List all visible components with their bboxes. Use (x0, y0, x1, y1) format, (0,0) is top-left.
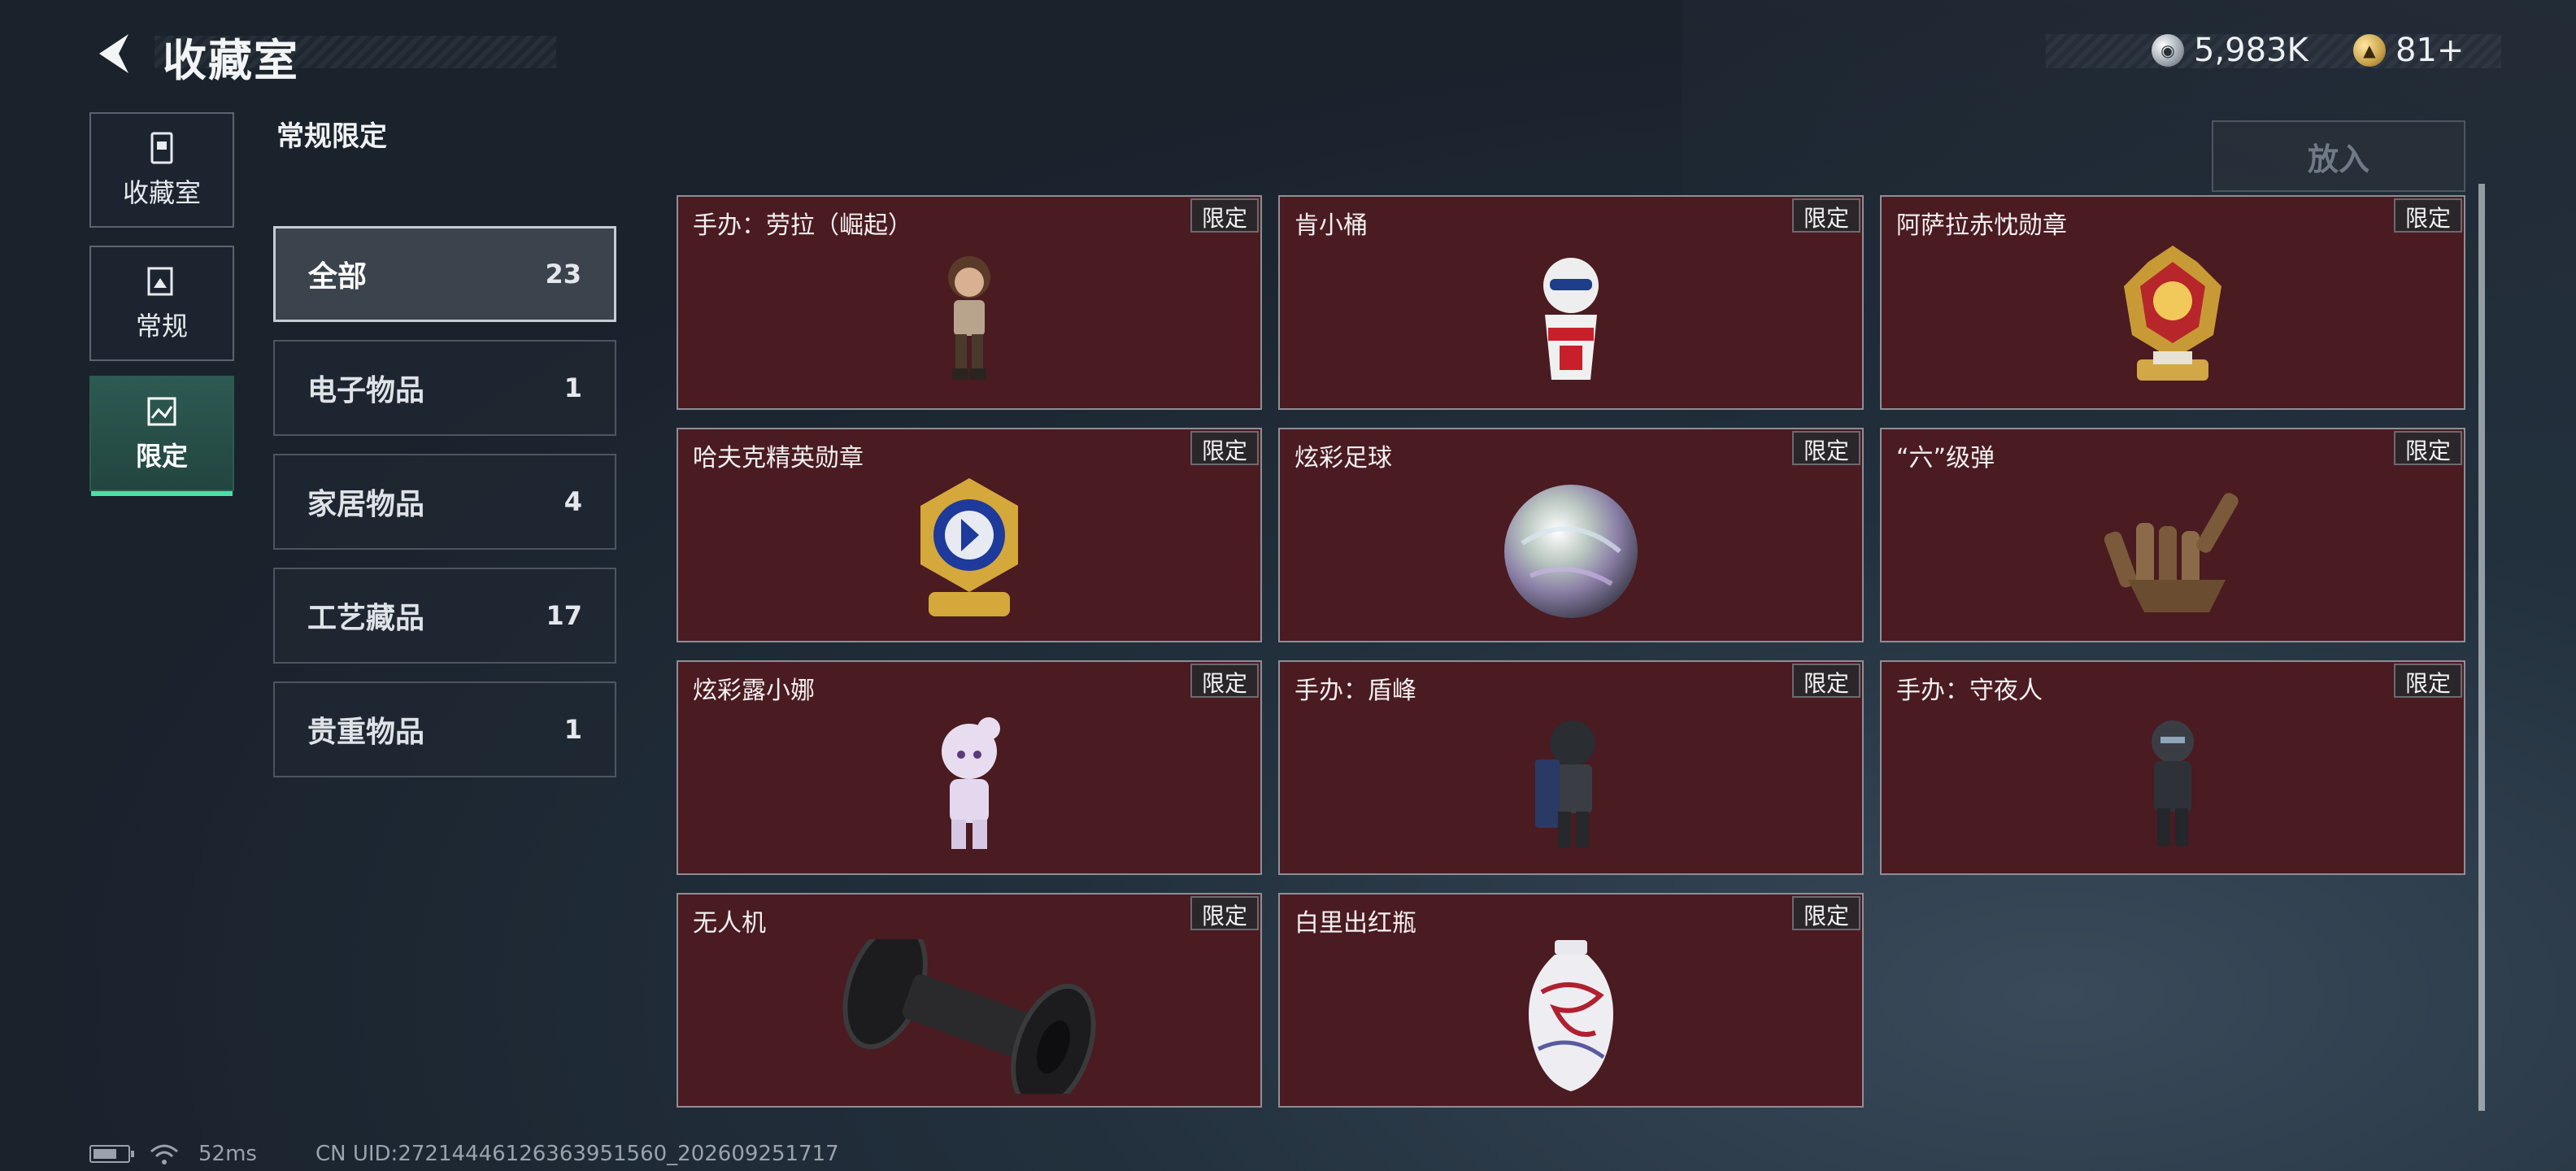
iridescent-ball-icon (1280, 462, 1862, 641)
limited-tag: 限定 (1190, 896, 1259, 930)
rail-tab-limited[interactable]: 限定 (89, 376, 234, 496)
rail-tab-regular[interactable]: 常规 (89, 246, 234, 361)
category-count: 1 (564, 372, 582, 403)
item-card[interactable]: 阿萨拉赤忱勋章 限定 (1880, 195, 2465, 410)
category-valuables[interactable]: 贵重物品 1 (273, 681, 616, 777)
limited-tag: 限定 (2393, 664, 2462, 698)
limited-tag: 限定 (1190, 664, 1259, 698)
item-card[interactable]: 手办：盾峰 限定 (1278, 660, 1864, 875)
item-card[interactable]: 白里出红瓶 限定 (1278, 893, 1864, 1108)
back-arrow-icon[interactable] (89, 29, 138, 78)
regular-icon (147, 267, 173, 296)
category-name: 工艺藏品 (307, 602, 425, 635)
item-card[interactable]: 哈夫克精英勋章 限定 (677, 428, 1262, 642)
drone-icon (678, 927, 1260, 1106)
gold-currency[interactable]: ▲ 81+ (2353, 28, 2464, 73)
category-name: 家居物品 (307, 488, 425, 521)
elite-medal-icon (678, 462, 1260, 641)
limited-tag: 限定 (1791, 431, 1860, 465)
item-card[interactable]: 无人机 限定 (677, 893, 1262, 1108)
luna-figure-icon (678, 694, 1260, 873)
item-card[interactable]: 手办：守夜人 限定 (1880, 660, 2465, 875)
category-count: 23 (545, 259, 581, 289)
item-card[interactable]: 手办：劳拉（崛起） 限定 (677, 195, 1262, 410)
collection-room-icon (150, 132, 173, 164)
limited-tag: 限定 (2393, 431, 2462, 465)
bullet-hand-icon (1882, 462, 2464, 641)
category-count: 17 (546, 600, 582, 631)
uid-text: CN UID:272144461263639515​60_20260925171… (315, 1142, 839, 1166)
gold-currency-value: 81+ (2395, 32, 2465, 69)
rail-tab-collection-room[interactable]: 收藏室 (89, 112, 234, 228)
rail-label: 收藏室 (122, 177, 201, 208)
category-all[interactable]: 全部 23 (273, 226, 616, 322)
scrollbar-thumb[interactable] (2478, 184, 2485, 1111)
vase-icon (1280, 927, 1862, 1106)
gold-coin-icon: ▲ (2353, 34, 2386, 67)
category-household[interactable]: 家居物品 4 (273, 454, 616, 550)
category-count: 1 (564, 714, 582, 745)
silver-currency: ◉ 5,983K (2152, 28, 2308, 73)
shield-figure-icon (1280, 694, 1862, 873)
limited-tag: 限定 (1791, 198, 1860, 233)
item-card[interactable]: 炫彩足球 限定 (1278, 428, 1864, 642)
battery-icon (89, 1145, 134, 1163)
limited-tag: 限定 (1190, 431, 1259, 465)
lara-figure-icon (678, 229, 1260, 408)
silver-currency-value: 5,983K (2194, 32, 2308, 69)
scrollbar[interactable] (2478, 184, 2485, 1111)
item-card[interactable]: “六”级弹 限定 (1880, 428, 2465, 642)
ping-text: 52ms (198, 1142, 257, 1166)
page-title: 收藏室 (163, 35, 299, 86)
medal-icon (1882, 229, 2464, 408)
limited-tag: 限定 (1791, 896, 1860, 930)
kfc-bucket-figure-icon (1280, 229, 1862, 408)
silver-coin-icon: ◉ (2152, 34, 2184, 67)
category-electronics[interactable]: 电子物品 1 (273, 340, 616, 436)
limited-tag: 限定 (2393, 198, 2462, 233)
limited-tag: 限定 (1190, 198, 1259, 233)
rail-label: 常规 (135, 311, 188, 342)
nightwatch-figure-icon (1882, 694, 2464, 873)
item-card[interactable]: 肯小桶 限定 (1278, 195, 1864, 410)
category-name: 全部 (308, 260, 368, 294)
category-count: 4 (564, 486, 582, 517)
category-crafts[interactable]: 工艺藏品 17 (273, 568, 616, 664)
put-in-button[interactable]: 放入 (2212, 120, 2465, 192)
item-card[interactable]: 炫彩露小娜 限定 (677, 660, 1262, 875)
category-name: 贵重物品 (307, 716, 425, 749)
limited-icon (147, 397, 176, 426)
status-footer: 52ms CN UID:272144461263639515​60_202609… (89, 1142, 839, 1166)
wifi-icon (150, 1144, 178, 1164)
section-title: 常规限定 (276, 120, 387, 153)
rail-label: 限定 (135, 441, 188, 472)
limited-tag: 限定 (1791, 664, 1860, 698)
category-name: 电子物品 (307, 374, 425, 407)
